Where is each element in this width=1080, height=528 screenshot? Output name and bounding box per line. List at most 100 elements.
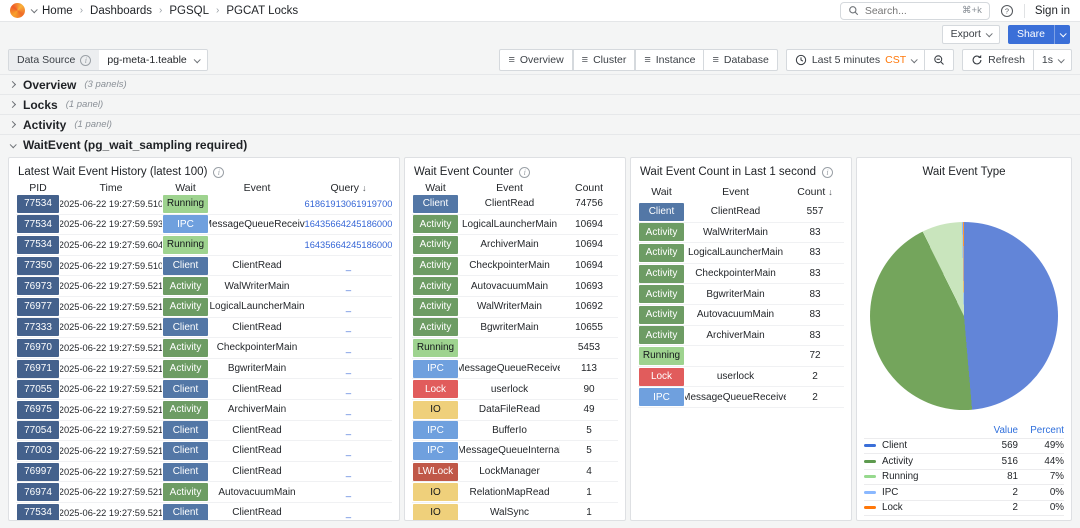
view-button-label: Database bbox=[723, 54, 769, 66]
column-header-count[interactable]: Count ↓ bbox=[786, 182, 844, 202]
view-button-instance[interactable]: ≡ Instance bbox=[635, 49, 705, 71]
query-link[interactable]: _ bbox=[305, 421, 392, 441]
svg-text:?: ? bbox=[1005, 6, 1009, 15]
panel-title[interactable]: Wait Event Counter bbox=[414, 166, 513, 178]
legend-series-label: Lock bbox=[882, 502, 903, 514]
view-button-label: Instance bbox=[655, 54, 696, 66]
time-zoom-out-button[interactable] bbox=[925, 49, 955, 71]
dashboard-row-overview[interactable]: Overview (3 panels) bbox=[0, 75, 1080, 95]
row-label: Locks bbox=[23, 97, 58, 112]
query-link[interactable]: _ bbox=[305, 318, 392, 338]
panel-title[interactable]: Latest Wait Event History (latest 100) bbox=[18, 166, 207, 178]
query-link[interactable]: _ bbox=[305, 400, 392, 420]
wait-badge: Activity bbox=[413, 297, 458, 316]
breadcrumb-item-dashboards[interactable]: Dashboards bbox=[90, 5, 152, 17]
count-cell: 4 bbox=[586, 466, 592, 478]
org-switcher-chevron-icon[interactable] bbox=[30, 6, 38, 14]
query-link[interactable]: 8164356642451860000 bbox=[305, 215, 392, 235]
breadcrumb-item-pgcat-locks[interactable]: PGCAT Locks bbox=[226, 5, 298, 17]
time-cell: 2025-06-22 19:27:59.510 bbox=[60, 260, 162, 271]
time-cell: 2025-06-22 19:27:59.521 bbox=[60, 342, 162, 353]
view-button-database[interactable]: ≡ Database bbox=[704, 49, 778, 71]
count-cell: 1 bbox=[586, 507, 592, 519]
time-range-picker[interactable]: Last 5 minutes CST bbox=[785, 49, 926, 71]
export-button[interactable]: Export bbox=[941, 24, 1000, 44]
refresh-button[interactable]: Refresh bbox=[962, 49, 1034, 71]
legend-series-label: Running bbox=[882, 471, 919, 483]
legend-series-client[interactable]: Client bbox=[864, 440, 976, 451]
legend-dash-icon bbox=[864, 444, 876, 448]
column-header-wait[interactable]: Wait bbox=[638, 182, 685, 202]
nav-divider bbox=[1023, 3, 1025, 18]
refresh-interval-chevron-icon bbox=[1057, 55, 1065, 63]
column-header-event[interactable]: Event bbox=[209, 182, 305, 194]
legend-percent: 0% bbox=[1049, 486, 1064, 498]
panel-info-icon[interactable]: i bbox=[213, 166, 225, 178]
column-header-event[interactable]: Event bbox=[459, 182, 560, 194]
query-link[interactable]: _ bbox=[305, 338, 392, 358]
legend-series-ipc[interactable]: IPC bbox=[864, 487, 976, 498]
time-cell: 2025-06-22 19:27:59.521 bbox=[60, 425, 162, 436]
dashboard-row-locks[interactable]: Locks (1 panel) bbox=[0, 95, 1080, 115]
data-source-dropdown[interactable]: pg-meta-1.teable bbox=[99, 50, 207, 70]
legend-series-running[interactable]: Running bbox=[864, 471, 976, 482]
table-row: IPC MessageQueueReceive 113 bbox=[412, 359, 618, 380]
query-link[interactable]: 8618619130619197000 bbox=[305, 194, 392, 214]
data-source-info-icon[interactable]: i bbox=[80, 54, 92, 66]
legend-column-value[interactable]: Value bbox=[976, 425, 1018, 436]
panel-info-icon[interactable]: i bbox=[519, 166, 531, 178]
row-panel-count: (3 panels) bbox=[84, 79, 127, 90]
view-button-cluster[interactable]: ≡ Cluster bbox=[572, 49, 636, 71]
panel-title[interactable]: Wait Event Count in Last 1 second bbox=[640, 166, 816, 178]
column-header-query[interactable]: Query ↓ bbox=[305, 182, 392, 194]
search-input[interactable]: ⌘+k bbox=[839, 1, 990, 20]
dashboard-row-waitevent[interactable]: WaitEvent (pg_wait_sampling required) bbox=[0, 135, 1080, 155]
event-cell: BgwriterMain bbox=[227, 363, 287, 375]
share-button[interactable]: Share bbox=[1007, 24, 1070, 44]
query-link[interactable]: 8164356642451860000 bbox=[305, 235, 392, 255]
breadcrumb-item-home[interactable]: Home bbox=[42, 5, 73, 17]
query-link[interactable]: _ bbox=[305, 503, 392, 520]
wait-badge: Client bbox=[639, 202, 684, 221]
refresh-interval-dropdown[interactable]: 1s bbox=[1033, 49, 1072, 71]
event-cell: ClientRead bbox=[232, 466, 282, 478]
legend-series-activity[interactable]: Activity bbox=[864, 456, 976, 467]
column-header-wait[interactable]: Wait bbox=[412, 182, 459, 194]
legend-series-lock[interactable]: Lock bbox=[864, 502, 976, 513]
query-link[interactable]: _ bbox=[305, 359, 392, 379]
count-cell: 10694 bbox=[575, 218, 603, 230]
search-field[interactable] bbox=[864, 4, 957, 17]
legend-row: Client 569 49% bbox=[864, 439, 1064, 454]
query-link[interactable]: _ bbox=[305, 276, 392, 296]
column-header-event[interactable]: Event bbox=[685, 182, 786, 202]
column-header-pid[interactable]: PID bbox=[16, 182, 60, 194]
view-button-overview[interactable]: ≡ Overview bbox=[499, 49, 573, 71]
column-header-wait[interactable]: Wait bbox=[162, 182, 209, 194]
panel-info-icon[interactable]: i bbox=[822, 166, 834, 178]
sign-in-button[interactable]: Sign in bbox=[1035, 5, 1070, 17]
pid-cell: 77055 bbox=[17, 380, 59, 399]
query-link[interactable]: _ bbox=[305, 297, 392, 317]
time-cell: 2025-06-22 19:27:59.521 bbox=[60, 404, 162, 415]
time-cell: 2025-06-22 19:27:59.521 bbox=[60, 487, 162, 498]
dashboard-row-activity[interactable]: Activity (1 panel) bbox=[0, 115, 1080, 135]
query-link[interactable]: _ bbox=[305, 256, 392, 276]
breadcrumb-item-pgsql[interactable]: PGSQL bbox=[169, 5, 209, 17]
help-icon[interactable]: ? bbox=[1000, 4, 1014, 18]
query-link[interactable]: _ bbox=[305, 482, 392, 502]
query-link[interactable]: _ bbox=[305, 379, 392, 399]
column-header-count[interactable]: Count bbox=[560, 182, 618, 194]
pid-cell: 76997 bbox=[17, 462, 59, 481]
panel-title[interactable]: Wait Event Type bbox=[922, 166, 1005, 178]
legend-row: IPC 2 0% bbox=[864, 485, 1064, 501]
share-chevron-icon[interactable] bbox=[1054, 24, 1070, 44]
query-link[interactable]: _ bbox=[305, 441, 392, 461]
query-link[interactable]: _ bbox=[305, 462, 392, 482]
table-row: IO RelationMapRead 1 bbox=[412, 482, 618, 503]
count-cell: 83 bbox=[809, 226, 821, 238]
legend-column-percent[interactable]: Percent bbox=[1018, 425, 1064, 436]
grafana-logo[interactable] bbox=[10, 3, 25, 18]
column-header-time[interactable]: Time bbox=[60, 182, 162, 194]
event-cell: MessageQueueInternal bbox=[459, 445, 560, 457]
wait-badge: Running bbox=[163, 235, 208, 254]
